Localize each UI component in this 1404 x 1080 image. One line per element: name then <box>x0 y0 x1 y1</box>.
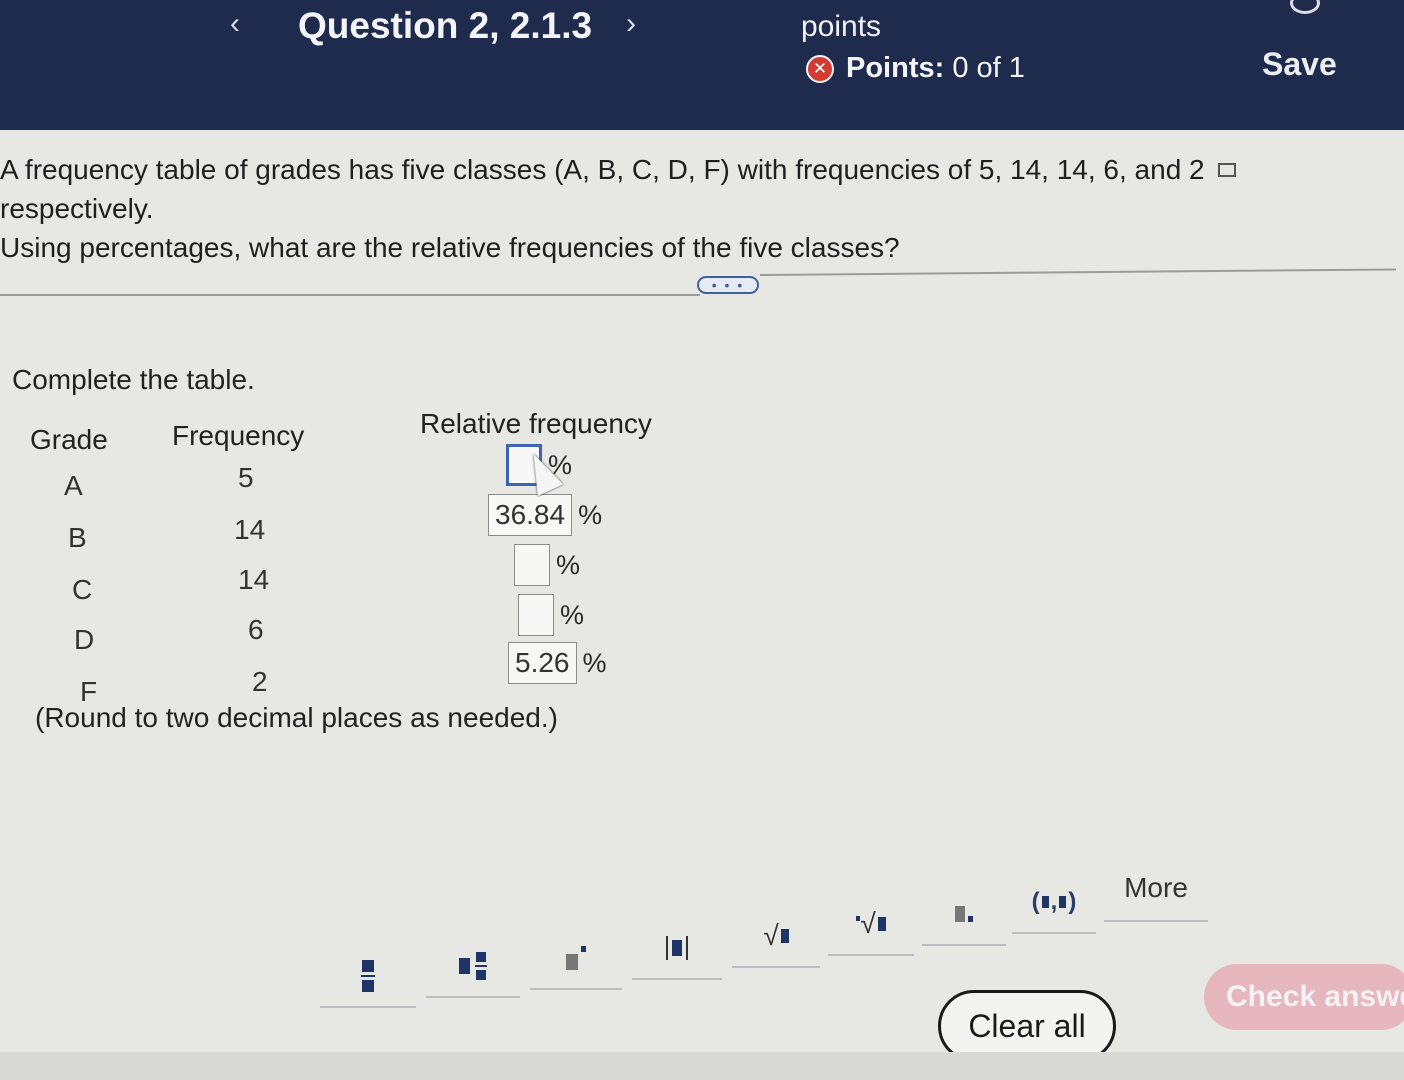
ordered-pair-tool[interactable]: (,) <box>1012 872 1096 934</box>
question-sentence: A frequency table of grades has five cla… <box>0 154 1205 185</box>
instruction-text: Complete the table. <box>12 364 255 395</box>
rounding-note: (Round to two decimal places as needed.) <box>35 702 558 733</box>
question-line-2: Using percentages, what are the relative… <box>0 232 900 263</box>
question-text: A frequency table of grades has five cla… <box>0 150 1390 267</box>
points-text: Points: 0 of 1 <box>846 52 1025 85</box>
answer-row: % <box>514 544 580 586</box>
chevron-right-icon[interactable]: › <box>626 4 636 44</box>
frequency-cell: 2 <box>252 666 268 697</box>
grade-cell: C <box>72 574 93 605</box>
divider <box>759 268 1396 276</box>
frequency-cell: 14 <box>238 564 270 595</box>
question-title: Question 2, 2.1.3 <box>298 5 593 46</box>
header-bar: ‹ Question 2, 2.1.3 › points ✕ Points: 0… <box>0 0 1404 130</box>
check-answer-button[interactable]: Check answe <box>1204 964 1404 1030</box>
expand-button[interactable]: • • • <box>697 276 759 294</box>
grade-cell: D <box>74 624 95 655</box>
header-frequency: Frequency <box>172 420 305 451</box>
percent-sign: % <box>560 599 585 630</box>
square-root-icon: √ <box>763 920 789 952</box>
nth-root-tool[interactable]: √ <box>828 894 914 956</box>
square-root-tool[interactable]: √ <box>732 906 820 968</box>
save-button[interactable]: Save <box>1262 46 1337 83</box>
percent-sign: % <box>578 499 603 530</box>
bottom-band <box>0 1052 1404 1080</box>
ordered-pair-icon: (,) <box>1031 888 1077 915</box>
answer-row: 36.84 % <box>488 494 602 536</box>
absolute-value-icon <box>666 936 688 960</box>
relative-frequency-input[interactable]: 5.26 <box>508 642 577 684</box>
exponent-icon <box>566 946 586 970</box>
points-prefix: Points: <box>846 52 945 84</box>
grade-cell: A <box>64 470 83 501</box>
relative-frequency-input[interactable] <box>514 544 550 586</box>
question-line-1: A frequency table of grades has five cla… <box>0 150 1390 228</box>
nth-root-icon: √ <box>856 908 886 940</box>
mixed-number-icon <box>459 952 487 980</box>
chevron-left-icon[interactable]: ‹ <box>230 4 240 44</box>
fraction-icon <box>361 960 375 992</box>
points-value: 0 of 1 <box>952 52 1025 84</box>
points-label: points <box>801 10 882 43</box>
points-status: ✕ Points: 0 of 1 <box>806 52 1025 85</box>
answer-row: 5.26 % <box>508 642 607 684</box>
percent-sign: % <box>582 647 607 678</box>
incorrect-x-icon: ✕ <box>806 54 834 83</box>
exponent-tool[interactable] <box>530 928 622 990</box>
subscript-icon <box>955 906 973 922</box>
frequency-cell: 5 <box>238 462 254 493</box>
question-sentence-end: respectively. <box>0 193 154 224</box>
absolute-value-tool[interactable] <box>632 918 722 980</box>
answer-row: % <box>518 594 584 636</box>
relative-frequency-input[interactable]: 36.84 <box>488 494 573 536</box>
frequency-cell: 14 <box>234 514 266 545</box>
fraction-tool[interactable] <box>320 946 416 1008</box>
divider <box>0 294 700 296</box>
more-tools-button[interactable]: More <box>1104 856 1208 922</box>
settings-icon[interactable] <box>1290 0 1320 14</box>
mixed-number-tool[interactable] <box>426 936 520 998</box>
header-grade: Grade <box>30 424 108 455</box>
subscript-tool[interactable] <box>922 884 1006 946</box>
percent-sign: % <box>556 549 581 580</box>
frequency-cell: 6 <box>248 614 264 645</box>
copy-icon[interactable] <box>1218 162 1237 177</box>
header-relative-frequency: Relative frequency <box>420 408 652 439</box>
relative-frequency-input[interactable] <box>518 594 554 636</box>
grade-cell: B <box>68 522 87 553</box>
